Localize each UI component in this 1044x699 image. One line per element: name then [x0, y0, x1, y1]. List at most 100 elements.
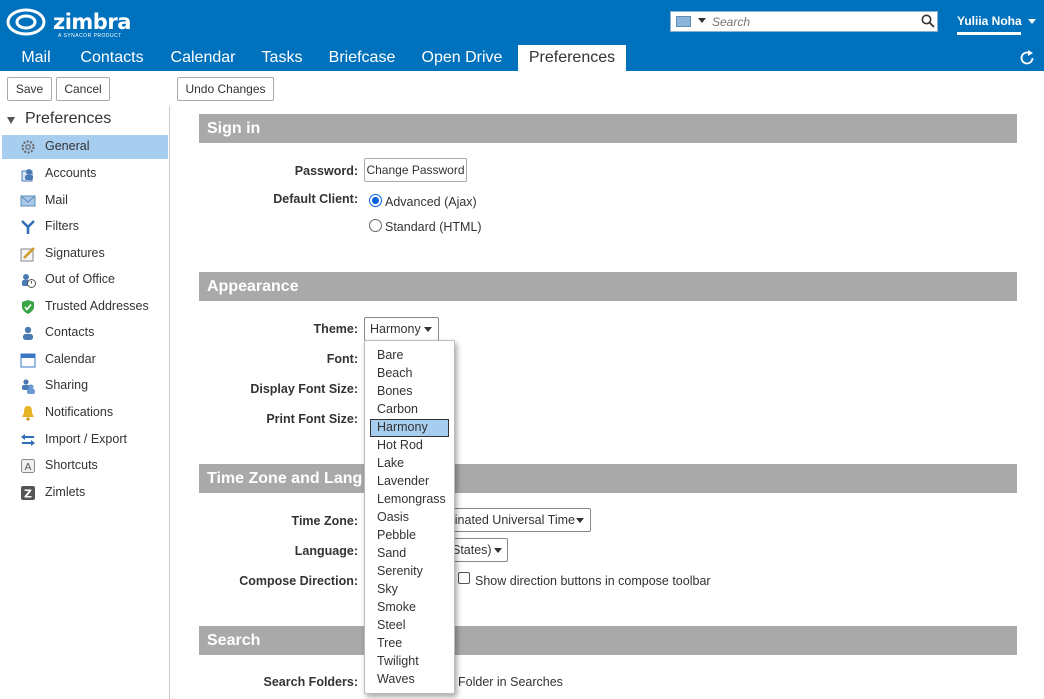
search-type-mail-icon[interactable] [676, 16, 691, 27]
sidebar-item-accounts[interactable]: Accounts [2, 162, 168, 186]
zimlet-icon: Z [21, 486, 35, 501]
theme-option-bare[interactable]: Bare [370, 347, 449, 365]
standard-client-radio[interactable] [369, 219, 382, 232]
contact-icon [23, 326, 33, 340]
sidebar-item-sharing[interactable]: Sharing [2, 374, 168, 398]
default-client-label: Default Client: [273, 192, 358, 206]
sidebar-item-calendar[interactable]: Calendar [2, 348, 168, 372]
search-box [670, 11, 938, 32]
theme-option-sand[interactable]: Sand [370, 545, 449, 563]
theme-option-lavender[interactable]: Lavender [370, 473, 449, 491]
sidebar-item-label: Trusted Addresses [45, 299, 149, 313]
chevron-down-icon [494, 548, 502, 553]
shortcut-icon: A [21, 459, 35, 473]
tab-tasks[interactable]: Tasks [253, 45, 311, 71]
sidebar-item-trusted-addresses[interactable]: Trusted Addresses [2, 295, 168, 319]
logo-subtext: A SYNACOR PRODUCT [58, 33, 122, 39]
zimbra-logo[interactable]: zimbra A SYNACOR PRODUCT [6, 7, 131, 39]
theme-option-tree[interactable]: Tree [370, 635, 449, 653]
language-select-value: States) [452, 543, 492, 557]
sidebar-item-general[interactable]: General [2, 135, 168, 159]
save-button[interactable]: Save [7, 77, 52, 101]
bell-icon [22, 406, 34, 421]
chevron-down-icon[interactable] [698, 18, 706, 23]
sidebar-item-label: Filters [45, 219, 80, 233]
sidebar-item-signatures[interactable]: Signatures [2, 242, 168, 266]
section-header-sign-in: Sign in [199, 114, 1017, 143]
sidebar-item-filters[interactable]: Filters [2, 215, 168, 239]
search-folders-label: Search Folders: [263, 675, 358, 689]
section-title: Appearance [207, 278, 299, 295]
user-underline [957, 32, 1021, 35]
gear-icon [21, 140, 35, 154]
theme-option-twilight[interactable]: Twilight [370, 653, 449, 671]
theme-option-sky[interactable]: Sky [370, 581, 449, 599]
theme-option-carbon[interactable]: Carbon [370, 401, 449, 419]
tab-open-drive[interactable]: Open Drive [412, 45, 512, 71]
cancel-button[interactable]: Cancel [56, 77, 110, 101]
theme-select[interactable]: Harmony [364, 317, 439, 341]
app-tabbar: Mail Contacts Calendar Tasks Briefcase O… [0, 45, 1044, 71]
sidebar-divider [169, 106, 170, 699]
password-label: Password: [294, 164, 358, 178]
section-title: Search [207, 632, 261, 649]
theme-option-lemongrass[interactable]: Lemongrass [370, 491, 449, 509]
svg-text:A: A [25, 462, 32, 473]
calendar-icon [20, 353, 36, 368]
sidebar-item-label: Calendar [45, 352, 96, 366]
sidebar-item-contacts[interactable]: Contacts [2, 321, 168, 345]
svg-text:Z: Z [24, 488, 32, 501]
theme-option-smoke[interactable]: Smoke [370, 599, 449, 617]
import-export-icon [21, 434, 35, 446]
sidebar-item-import-export[interactable]: Import / Export [2, 428, 168, 452]
sidebar-item-label: General [45, 139, 90, 153]
theme-option-bones[interactable]: Bones [370, 383, 449, 401]
undo-changes-button[interactable]: Undo Changes [177, 77, 274, 101]
user-menu-chevron-icon[interactable] [1028, 19, 1036, 24]
logo-text: zimbra [53, 10, 131, 34]
tab-calendar[interactable]: Calendar [161, 45, 245, 71]
theme-option-lake[interactable]: Lake [370, 455, 449, 473]
collapse-caret-icon[interactable] [7, 117, 15, 124]
tab-preferences[interactable]: Preferences [518, 45, 626, 71]
tab-mail[interactable]: Mail [7, 45, 65, 71]
tab-briefcase[interactable]: Briefcase [320, 45, 404, 71]
sidebar-item-label: Notifications [45, 405, 114, 419]
theme-option-beach[interactable]: Beach [370, 365, 449, 383]
mail-icon [20, 195, 36, 207]
search-input[interactable] [712, 13, 917, 30]
theme-option-oasis[interactable]: Oasis [370, 509, 449, 527]
app-header: zimbra A SYNACOR PRODUCT Yuliia Noha [0, 0, 1044, 45]
zimbra-logo-icon [6, 8, 46, 36]
time-zone-label: Time Zone: [291, 514, 358, 528]
theme-option-serenity[interactable]: Serenity [370, 563, 449, 581]
sidebar-item-zimlets[interactable]: Z Zimlets [2, 481, 168, 505]
advanced-client-radio[interactable] [369, 194, 382, 207]
user-menu[interactable]: Yuliia Noha [957, 14, 1022, 28]
sidebar-header[interactable]: Preferences [25, 110, 111, 128]
theme-option-harmony[interactable]: Harmony [370, 419, 449, 437]
theme-option-waves[interactable]: Waves [370, 671, 449, 689]
filter-icon [21, 220, 35, 234]
theme-option-steel[interactable]: Steel [370, 617, 449, 635]
time-zone-select[interactable]: linated Universal Time [440, 508, 591, 532]
theme-option-pebble[interactable]: Pebble [370, 527, 449, 545]
accounts-icon [21, 169, 33, 182]
search-icon[interactable] [921, 14, 935, 28]
sidebar-item-label: Contacts [45, 325, 95, 339]
time-zone-select-value: linated Universal Time [452, 513, 575, 527]
sidebar-item-mail[interactable]: Mail [2, 189, 168, 213]
refresh-icon[interactable] [1018, 49, 1036, 67]
tab-contacts[interactable]: Contacts [71, 45, 153, 71]
section-header-search: Search [199, 626, 1017, 655]
sidebar-item-notifications[interactable]: Notifications [2, 401, 168, 425]
advanced-client-label: Advanced (Ajax) [385, 195, 477, 209]
compose-direction-checkbox[interactable] [458, 572, 470, 584]
theme-dropdown-menu: Bare Beach Bones Carbon Harmony Hot Rod Lake La… [364, 340, 455, 694]
sidebar-item-shortcuts[interactable]: A Shortcuts [2, 454, 168, 478]
change-password-button[interactable]: Change Password [364, 158, 467, 182]
theme-option-hot-rod[interactable]: Hot Rod [370, 437, 449, 455]
sidebar-item-label: Sharing [45, 378, 89, 392]
sidebar-item-label: Shortcuts [45, 458, 98, 472]
sidebar-item-out-of-office[interactable]: Out of Office [2, 268, 168, 292]
